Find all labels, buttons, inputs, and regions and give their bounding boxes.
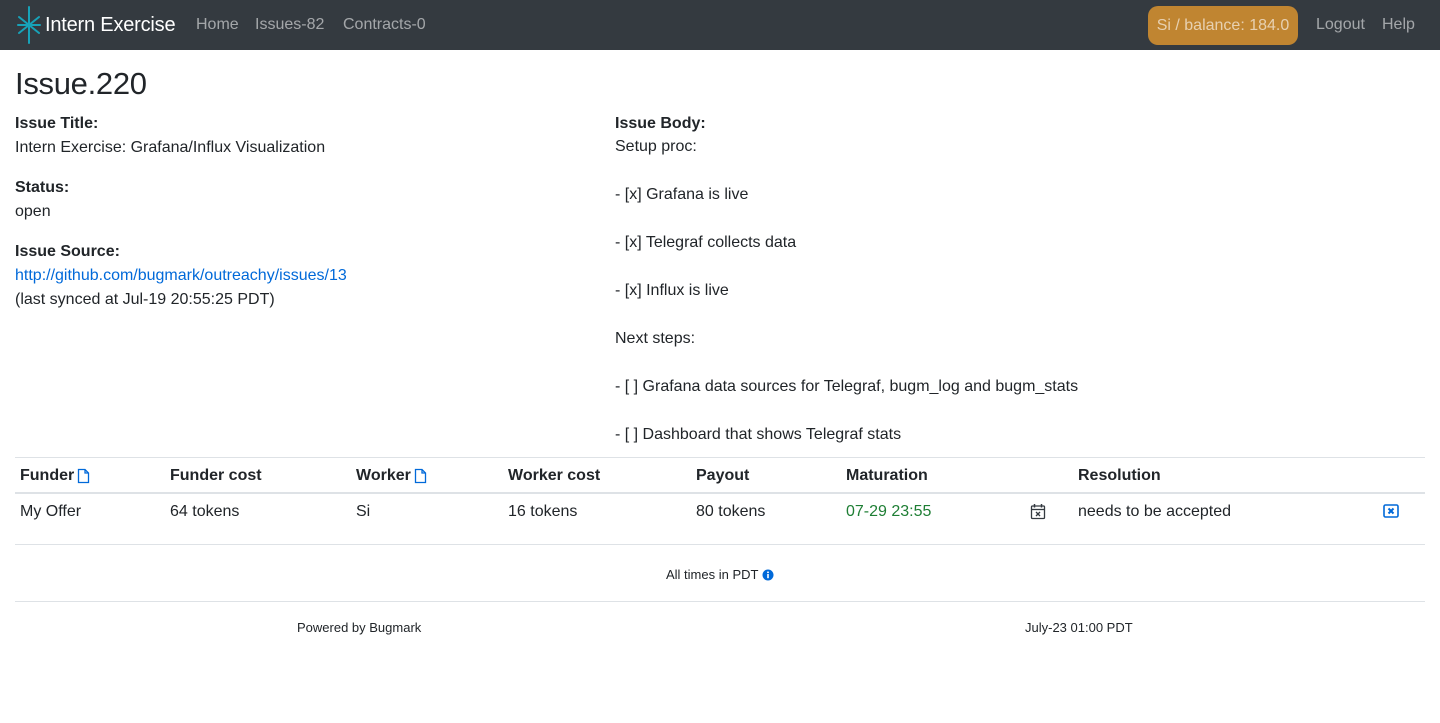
cell-maturation: 07-29 23:55 [846, 503, 932, 520]
timezone-note-text: All times in PDT [666, 567, 759, 582]
nav-contracts[interactable]: Contracts-0 [343, 16, 426, 34]
nav-issues[interactable]: Issues-82 [255, 16, 324, 34]
cell-worker: Si [356, 503, 371, 520]
issue-title-label: Issue Title: [15, 115, 99, 132]
nav-home[interactable]: Home [196, 16, 239, 34]
table-bottom-border [15, 544, 1425, 545]
column-header-funder-label: Funder [20, 467, 75, 484]
close-box-icon[interactable] [1383, 504, 1399, 518]
cell-worker-cost: 16 tokens [508, 503, 578, 520]
issue-body: Setup proc: - [x] Grafana is live - [x] … [615, 137, 1078, 473]
column-header-worker-cost: Worker cost [508, 467, 601, 484]
column-header-payout: Payout [696, 467, 750, 484]
issue-body-line: Next steps: [615, 330, 696, 347]
issue-source-label: Issue Source: [15, 243, 120, 260]
cell-funder-cost: 64 tokens [170, 503, 240, 520]
info-circle-icon[interactable] [762, 569, 774, 581]
nav-logout[interactable]: Logout [1316, 16, 1365, 34]
brand-link[interactable]: Intern Exercise [16, 5, 176, 45]
issue-body-line: Setup proc: [615, 138, 697, 155]
footer-divider [15, 601, 1425, 602]
document-icon[interactable] [77, 468, 90, 484]
issue-body-line: - [x] Influx is live [615, 282, 729, 299]
brand-name: Intern Exercise [45, 13, 176, 36]
sparkle-icon [17, 6, 41, 44]
table-top-border [15, 457, 1425, 458]
calendar-x-icon[interactable] [1030, 503, 1046, 520]
column-header-resolution: Resolution [1078, 467, 1161, 484]
issue-body-label: Issue Body: [615, 115, 706, 132]
column-header-worker-label: Worker [356, 467, 411, 484]
column-header-funder[interactable]: Funder [20, 466, 90, 486]
issue-body-line: - [ ] Grafana data sources for Telegraf,… [615, 378, 1079, 395]
issue-title-value: Intern Exercise: Grafana/Influx Visualiz… [15, 139, 326, 156]
cell-resolution: needs to be accepted [1078, 503, 1232, 520]
issue-source-link[interactable]: http://github.com/bugmark/outreachy/issu… [15, 266, 347, 286]
issue-body-line: - [x] Grafana is live [615, 186, 749, 203]
powered-by-text: Powered by Bugmark [297, 620, 422, 635]
table-header-border [15, 492, 1425, 494]
last-synced-text: (last synced at Jul-19 20:55:25 PDT) [15, 291, 275, 308]
column-header-worker[interactable]: Worker [356, 466, 427, 486]
status-value: open [15, 203, 51, 220]
top-navbar: Intern Exercise Home Issues-82 Contracts… [0, 0, 1440, 50]
document-icon[interactable] [414, 468, 427, 484]
balance-badge[interactable]: Si / balance: 184.0 [1148, 6, 1298, 45]
page-title: Issue.220 [15, 66, 147, 101]
nav-help[interactable]: Help [1382, 16, 1415, 34]
timezone-note: All times in PDT [666, 567, 774, 583]
status-label: Status: [15, 179, 70, 196]
cell-payout: 80 tokens [696, 503, 766, 520]
cell-funder: My Offer [20, 503, 82, 520]
issue-body-line: - [x] Telegraf collects data [615, 234, 797, 251]
footer-timestamp: July-23 01:00 PDT [1025, 620, 1133, 635]
column-header-funder-cost: Funder cost [170, 467, 262, 484]
column-header-maturation: Maturation [846, 467, 928, 484]
